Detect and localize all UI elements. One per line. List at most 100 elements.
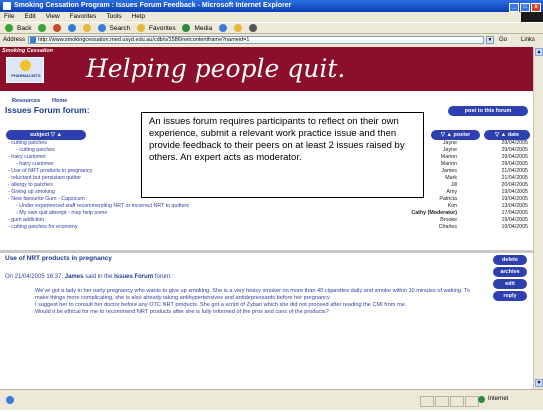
- ie-icon: [3, 2, 11, 10]
- topic-poster: Jayne: [442, 140, 457, 146]
- topic-title: hairy customer: [11, 154, 46, 160]
- topic-date: 19/04/2005: [501, 196, 528, 202]
- topic-link[interactable]: - hairy customer: [16, 161, 54, 168]
- menu-edit[interactable]: Edit: [24, 13, 35, 20]
- topic-link[interactable]: - gum addiction: [8, 217, 44, 224]
- address-dropdown-icon[interactable]: ▼: [486, 36, 494, 44]
- post-paragraph: I suggest her to consult her doctor befo…: [35, 302, 407, 308]
- menu-bar: File Edit View Favorites Tools Help: [0, 12, 543, 22]
- menu-view[interactable]: View: [46, 13, 60, 20]
- breadcrumb: Resources Home: [0, 98, 533, 104]
- edit-label: edit: [505, 281, 515, 287]
- site-banner: Smoking Cessation PHARMACISTS Helping pe…: [0, 47, 533, 91]
- topic-poster: Marion: [440, 154, 457, 160]
- edit-button[interactable]: edit: [493, 279, 527, 289]
- post-to-forum-button[interactable]: post to this forum: [448, 106, 528, 116]
- topic-date: 29/04/2005: [501, 147, 528, 153]
- divider: [0, 250, 533, 253]
- title-bar: Smoking Cessation Program : Issues Forum…: [0, 0, 543, 12]
- search-icon[interactable]: [97, 24, 106, 33]
- address-input[interactable]: http://www.smokingcessation.med.usyd.edu…: [28, 36, 484, 44]
- topic-link[interactable]: - My own quit attempt - may help some: [16, 210, 107, 217]
- close-button[interactable]: x: [531, 3, 541, 12]
- address-bar: Address http://www.smokingcessation.med.…: [0, 34, 543, 46]
- back-icon[interactable]: [5, 24, 13, 33]
- topic-link[interactable]: - reluctant but persistant quitter: [8, 175, 81, 182]
- archive-button[interactable]: archive: [493, 267, 527, 277]
- window-title: Smoking Cessation Program : Issues Forum…: [14, 2, 292, 9]
- favorites-button[interactable]: Favorites: [149, 25, 176, 32]
- topic-link[interactable]: - cutting patches: [8, 140, 47, 147]
- menu-tools[interactable]: Tools: [106, 13, 121, 20]
- internet-zone-icon: [478, 396, 485, 403]
- refresh-icon[interactable]: [67, 24, 76, 33]
- topic-date: 19/04/2005: [501, 217, 528, 223]
- mail-icon[interactable]: [233, 24, 242, 33]
- pharmacists-logo: PHARMACISTS: [6, 57, 44, 83]
- topic-link[interactable]: - allergy to patches: [8, 182, 53, 189]
- topic-link[interactable]: - cutting patches: [16, 147, 55, 154]
- home-icon[interactable]: [82, 24, 91, 33]
- topic-title: Use of NRT products in pregnancy: [11, 168, 93, 174]
- table-row: - Under experienced staff recommending N…: [4, 203, 532, 210]
- topic-poster: James: [441, 168, 457, 174]
- media-button[interactable]: Media: [194, 25, 212, 32]
- breadcrumb-home[interactable]: Home: [52, 98, 67, 104]
- page-icon: [30, 37, 36, 43]
- topic-date: 19/04/2005: [501, 189, 528, 195]
- page-status-icon: [6, 396, 14, 404]
- topic-date: 29/04/2005: [501, 154, 528, 160]
- topic-link[interactable]: - Use of NRT products in pregnancy: [8, 168, 92, 175]
- subject-header: subject: [30, 132, 50, 138]
- scroll-up-icon[interactable]: ▲: [535, 48, 543, 56]
- links-button[interactable]: Links: [521, 34, 535, 46]
- media-icon[interactable]: [182, 24, 191, 33]
- delete-label: delete: [502, 257, 518, 263]
- post-to-forum-label: post to this forum: [464, 108, 512, 114]
- topic-poster: Mark: [445, 175, 457, 181]
- go-button[interactable]: Go: [499, 34, 507, 46]
- annotation-callout: An issues forum requires participants to…: [141, 112, 424, 198]
- forward-icon[interactable]: [38, 24, 47, 33]
- topic-link[interactable]: - Giving up smoking: [8, 189, 55, 196]
- delete-button[interactable]: delete: [493, 255, 527, 265]
- poster-sort-button[interactable]: ▽ ▲ poster: [431, 130, 480, 140]
- post-attribution: On 21/04/2005 16:37, James said in the I…: [5, 274, 172, 280]
- topic-link[interactable]: - Under experienced staff recommending N…: [16, 203, 189, 210]
- subject-sort-button[interactable]: subject ▽ ▲: [6, 130, 86, 140]
- said-in-text: said in the: [85, 274, 113, 280]
- print-icon[interactable]: [248, 24, 257, 33]
- breadcrumb-resources[interactable]: Resources: [12, 98, 40, 104]
- table-row: - cutting patches for economy Charles 19/0…: [4, 224, 532, 231]
- favorites-icon[interactable]: [136, 24, 145, 33]
- minimize-button[interactable]: _: [509, 3, 519, 12]
- menu-file[interactable]: File: [4, 13, 14, 20]
- topic-title: My own quit attempt - may help some: [19, 210, 108, 216]
- reply-label: reply: [503, 293, 517, 299]
- topic-title: cutting patches: [19, 147, 55, 153]
- menu-favorites[interactable]: Favorites: [70, 13, 97, 20]
- maximize-button[interactable]: □: [520, 3, 530, 12]
- logo-text: PHARMACISTS: [11, 73, 41, 78]
- page-content: Smoking Cessation PHARMACISTS Helping pe…: [0, 47, 533, 389]
- stop-icon[interactable]: [53, 24, 62, 33]
- topic-poster: Jayne: [442, 147, 457, 153]
- topic-link[interactable]: - hairy customer: [8, 154, 46, 161]
- history-icon[interactable]: [219, 24, 228, 33]
- topic-title: New favourite Gum - Capsicum: [11, 196, 85, 202]
- post-author: James: [64, 274, 84, 280]
- vertical-scrollbar[interactable]: ▲ ▼: [533, 47, 543, 389]
- scroll-down-icon[interactable]: ▼: [535, 379, 543, 387]
- date-header: date: [507, 132, 520, 138]
- topic-link[interactable]: - cutting patches for economy: [8, 224, 78, 231]
- menu-help[interactable]: Help: [132, 13, 145, 20]
- topic-date: 13/04/2005: [501, 203, 528, 209]
- back-button[interactable]: Back: [17, 25, 31, 32]
- topic-link[interactable]: - New favourite Gum - Capsicum: [8, 196, 85, 203]
- search-button[interactable]: Search: [110, 25, 131, 32]
- topic-title: Under experienced staff recommending NRT…: [19, 203, 189, 209]
- archive-label: archive: [500, 269, 520, 275]
- date-sort-button[interactable]: ▽ ▲ date: [484, 130, 530, 140]
- status-bar: Internet: [0, 389, 543, 410]
- reply-button[interactable]: reply: [493, 291, 527, 301]
